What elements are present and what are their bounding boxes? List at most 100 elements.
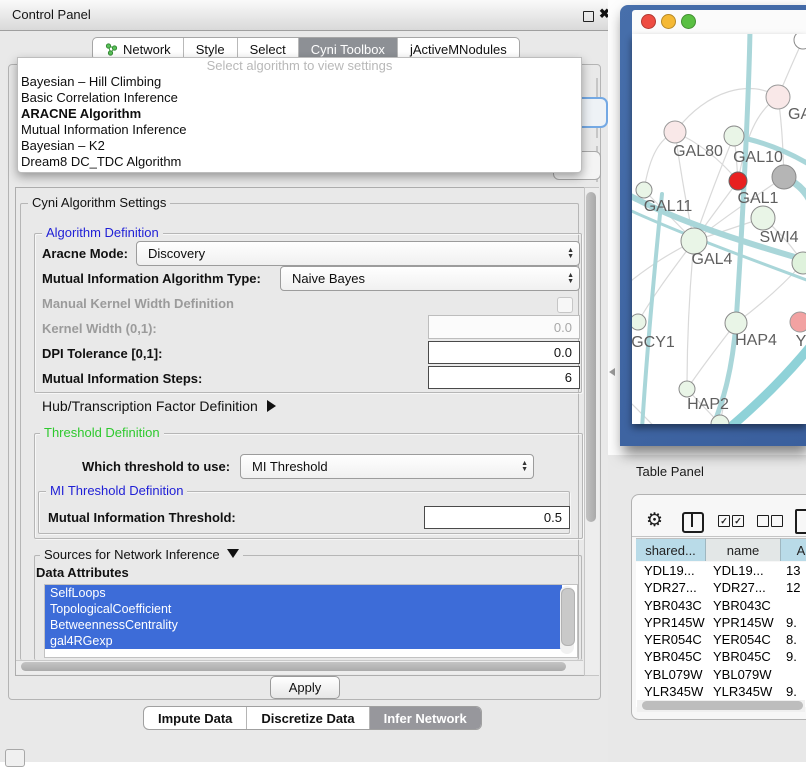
panel-divider-handle[interactable] [609, 368, 615, 376]
network-node[interactable] [664, 121, 686, 143]
attribute-item-selected[interactable]: gal4RGexp [45, 633, 562, 649]
gear-icon[interactable]: ⚙ [646, 509, 663, 532]
minimize-traffic-light[interactable] [661, 14, 676, 29]
manual-kernel-checkbox[interactable] [557, 297, 573, 313]
table-cell: 9. [780, 649, 806, 664]
table-cell: YLR345W [705, 684, 780, 699]
dropdown-prompt: Select algorithm to view settings [18, 58, 581, 74]
network-canvas[interactable]: GALGAL80GAL10GAL1GAL11SWI4GAL4GCY1HAP4YH… [632, 34, 806, 424]
close-traffic-light[interactable] [641, 14, 656, 29]
algorithm-definition-title: Algorithm Definition [42, 226, 163, 240]
table-cell: YBR045C [705, 649, 780, 664]
table-header-row: shared... name A [636, 538, 806, 561]
mi-threshold-field[interactable]: 0.5 [424, 506, 570, 529]
table-cell: YBL079W [705, 667, 780, 682]
attribute-item-selected[interactable]: TopologicalCoefficient [45, 601, 562, 617]
apply-button[interactable]: Apply [270, 676, 340, 699]
table-row[interactable]: YBR043CYBR043C [636, 597, 806, 614]
network-node[interactable] [794, 34, 806, 49]
column-header-partial[interactable]: A [781, 538, 806, 561]
table-cell: YBR043C [705, 598, 780, 613]
sources-group-title[interactable]: Sources for Network Inference [40, 548, 243, 562]
vertical-scrollbar-thumb[interactable] [586, 192, 596, 522]
attribute-item-selected[interactable]: BetweennessCentrality [45, 617, 562, 633]
network-node[interactable] [790, 312, 806, 332]
dpi-tolerance-label: DPI Tolerance [0,1]: [42, 346, 162, 361]
float-window-icon[interactable] [583, 11, 594, 22]
network-node[interactable] [632, 314, 646, 330]
corner-widget[interactable] [5, 749, 25, 767]
network-node[interactable] [729, 172, 747, 190]
network-node[interactable] [711, 415, 729, 424]
node-label: GAL10 [733, 149, 783, 166]
mi-algorithm-type-select[interactable]: Naive Bayes ▲▼ [280, 266, 580, 291]
checked-checkbox-icon[interactable]: ✓ [718, 515, 730, 527]
columns-icon[interactable] [682, 512, 704, 533]
algorithm-option[interactable]: Mutual Information Inference [18, 122, 581, 138]
tab-discretize-data[interactable]: Discretize Data [247, 707, 369, 729]
document-icon[interactable] [795, 509, 806, 534]
table-row[interactable]: YDR27...YDR27...12 [636, 579, 806, 596]
unchecked-checkbox-icon[interactable] [757, 515, 769, 527]
dpi-tolerance-field[interactable]: 0.0 [428, 341, 580, 364]
cyni-bottom-tabs: Impute Data Discretize Data Infer Networ… [143, 706, 482, 730]
tab-infer-network[interactable]: Infer Network [370, 707, 481, 729]
threshold-definition-title: Threshold Definition [40, 426, 164, 440]
which-threshold-select[interactable]: MI Threshold ▲▼ [240, 454, 534, 479]
table-horizontal-scrollbar-thumb[interactable] [642, 701, 803, 710]
expanded-arrow-icon [227, 549, 239, 558]
network-node[interactable] [766, 85, 790, 109]
table-cell: YPR145W [705, 615, 780, 630]
network-node[interactable] [751, 206, 775, 230]
kernel-width-field[interactable]: 0.0 [428, 315, 580, 339]
table-row[interactable]: YPR145WYPR145W9. [636, 614, 806, 631]
algorithm-option[interactable]: Dream8 DC_TDC Algorithm [18, 154, 581, 170]
tab-impute-data[interactable]: Impute Data [144, 707, 247, 729]
column-header-shared-name[interactable]: shared... [636, 538, 706, 561]
network-node[interactable] [725, 312, 747, 334]
hub-definition-toggle[interactable]: Hub/Transcription Factor Definition [42, 398, 276, 414]
zoom-traffic-light[interactable] [681, 14, 696, 29]
network-node[interactable] [724, 126, 744, 146]
table-cell: 8. [780, 632, 806, 647]
table-row[interactable]: YDL19...YDL19...13 [636, 562, 806, 579]
node-label: GAL [788, 106, 806, 123]
manual-kernel-label: Manual Kernel Width Definition [42, 296, 234, 311]
table-cell: 9. [780, 684, 806, 699]
network-node[interactable] [636, 182, 652, 198]
unchecked-checkbox-icon[interactable] [771, 515, 783, 527]
list-scrollbar-thumb[interactable] [561, 588, 575, 646]
column-header-name[interactable]: name [706, 538, 781, 561]
network-icon [105, 43, 118, 56]
checked-checkbox-icon[interactable]: ✓ [732, 515, 744, 527]
node-label: HAP4 [735, 332, 777, 349]
algorithm-option[interactable]: Basic Correlation Inference [18, 90, 581, 106]
mi-steps-field[interactable]: 6 [428, 366, 580, 389]
table-cell: 13 [780, 563, 806, 578]
table-cell: YBR043C [636, 598, 705, 613]
algorithm-option[interactable]: Bayesian – K2 [18, 138, 581, 154]
table-row[interactable]: YBR045CYBR045C9. [636, 648, 806, 665]
algorithm-option[interactable]: ARACNE Algorithm [18, 106, 581, 122]
cyni-settings-group-title: Cyni Algorithm Settings [28, 196, 170, 210]
table-row[interactable]: YLR345WYLR345W9. [636, 683, 806, 700]
table-cell: YDL19... [705, 563, 780, 578]
mi-threshold-group-title: MI Threshold Definition [46, 484, 187, 498]
table-cell: 9. [780, 615, 806, 630]
tab-network-label: Network [123, 42, 171, 57]
attribute-item-selected[interactable]: SelfLoops [45, 585, 562, 601]
horizontal-scrollbar-thumb[interactable] [21, 662, 566, 671]
network-window-titlebar[interactable] [632, 10, 806, 35]
mi-threshold-label: Mutual Information Threshold: [48, 510, 236, 525]
network-node[interactable] [772, 165, 796, 189]
algorithm-option[interactable]: Bayesian – Hill Climbing [18, 74, 581, 90]
aracne-mode-select[interactable]: Discovery ▲▼ [136, 241, 580, 266]
table-cell: YDR27... [705, 580, 780, 595]
aracne-mode-label: Aracne Mode: [42, 246, 128, 261]
network-node[interactable] [679, 381, 695, 397]
data-attributes-list[interactable]: SelfLoopsTopologicalCoefficientBetweenne… [44, 584, 578, 658]
table-panel-title: Table Panel [636, 464, 704, 479]
table-row[interactable]: YER054CYER054C8. [636, 631, 806, 648]
table-row[interactable]: YBL079WYBL079W [636, 666, 806, 683]
screen: { "control_panel": { "title": "Control P… [0, 0, 806, 762]
